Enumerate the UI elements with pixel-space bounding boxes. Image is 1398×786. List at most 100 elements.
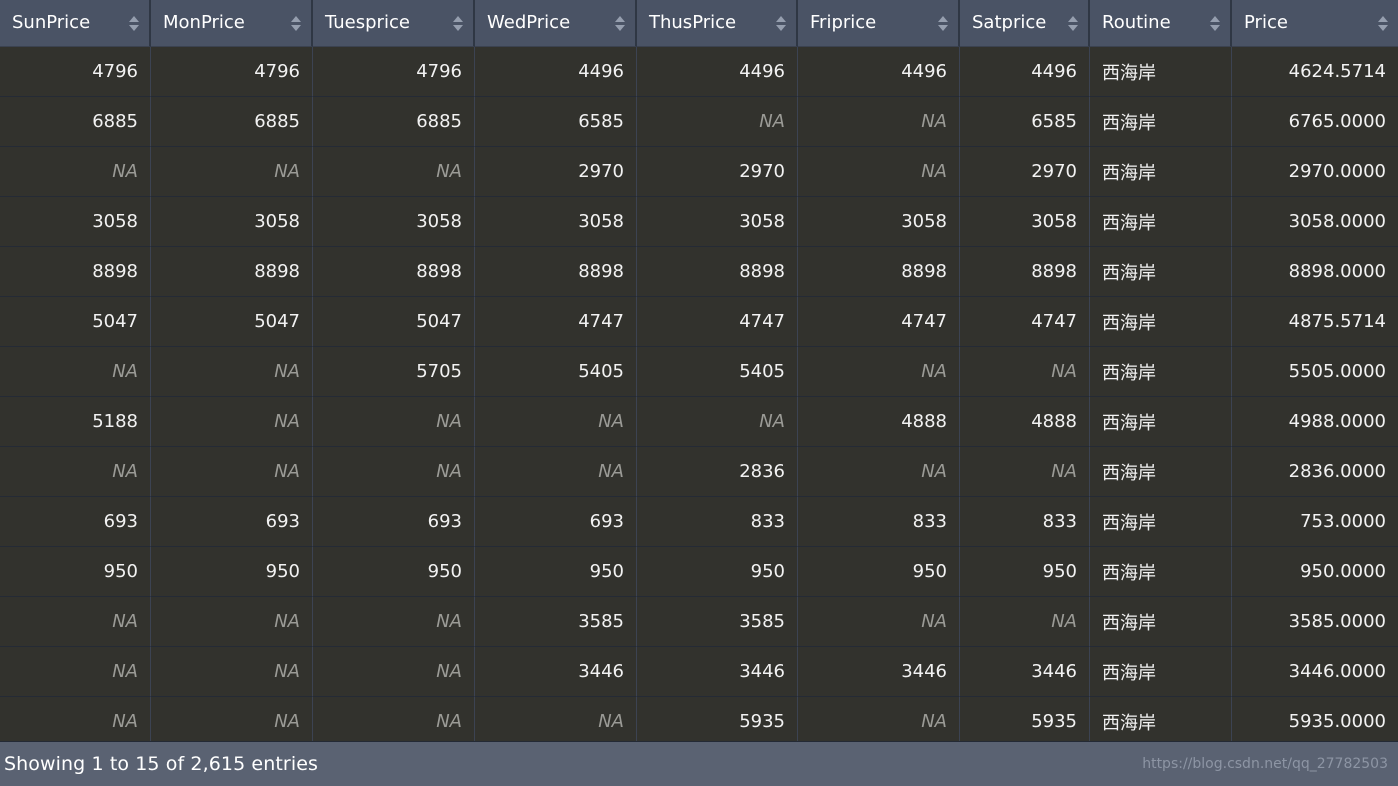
cell-friprice: 8898 xyxy=(798,247,960,297)
column-header-sunprice[interactable]: SunPrice xyxy=(0,0,151,47)
column-header-label: Price xyxy=(1244,12,1288,33)
column-header-monprice[interactable]: MonPrice xyxy=(151,0,313,47)
table-row[interactable]: 693 693 693 693 833 833 833 西海岸 753.0000 xyxy=(0,497,1398,547)
cell-tuesprice: NA xyxy=(313,647,475,697)
cell-tuesprice: NA xyxy=(313,147,475,197)
cell-routine: 西海岸 xyxy=(1090,697,1232,741)
column-header-routine[interactable]: Routine xyxy=(1090,0,1232,47)
column-header-label: Friprice xyxy=(810,12,877,33)
table-row[interactable]: 8898 8898 8898 8898 8898 8898 8898 西海岸 8898.0000 xyxy=(0,247,1398,297)
sort-both-icon[interactable] xyxy=(290,15,301,31)
cell-friprice: NA xyxy=(798,447,960,497)
cell-satprice: 4747 xyxy=(960,297,1090,347)
cell-thusprice: 4747 xyxy=(637,297,798,347)
data-table: SunPrice MonPrice Tuesprice WedPrice ThusPri… xyxy=(0,0,1398,741)
sort-both-icon[interactable] xyxy=(128,15,139,31)
cell-satprice: NA xyxy=(960,447,1090,497)
cell-routine: 西海岸 xyxy=(1090,547,1232,597)
cell-satprice: 3446 xyxy=(960,647,1090,697)
entries-info: Showing 1 to 15 of 2,615 entries xyxy=(4,753,318,775)
column-header-thusprice[interactable]: ThusPrice xyxy=(637,0,798,47)
cell-wedprice: 3058 xyxy=(475,197,637,247)
cell-sunprice: NA xyxy=(0,697,151,741)
cell-thusprice: 8898 xyxy=(637,247,798,297)
table-row[interactable]: NA NA NA NA 2836 NA NA 西海岸 2836.0000 xyxy=(0,447,1398,497)
table-row[interactable]: 4796 4796 4796 4496 4496 4496 4496 西海岸 4624.5714 xyxy=(0,47,1398,97)
cell-thusprice: 3585 xyxy=(637,597,798,647)
cell-satprice: 8898 xyxy=(960,247,1090,297)
table-row[interactable]: NA NA NA 3446 3446 3446 3446 西海岸 3446.0000 xyxy=(0,647,1398,697)
cell-wedprice: 6585 xyxy=(475,97,637,147)
sort-both-icon[interactable] xyxy=(1067,15,1078,31)
column-header-satprice[interactable]: Satprice xyxy=(960,0,1090,47)
cell-monprice: NA xyxy=(151,447,313,497)
cell-price: 4875.5714 xyxy=(1232,297,1398,347)
table-scroll-region[interactable]: SunPrice MonPrice Tuesprice WedPrice ThusPri… xyxy=(0,0,1398,741)
table-row[interactable]: 3058 3058 3058 3058 3058 3058 3058 西海岸 3058.0000 xyxy=(0,197,1398,247)
cell-friprice: 4888 xyxy=(798,397,960,447)
cell-price: 8898.0000 xyxy=(1232,247,1398,297)
sort-both-icon[interactable] xyxy=(775,15,786,31)
table-row[interactable]: 5047 5047 5047 4747 4747 4747 4747 西海岸 4875.5714 xyxy=(0,297,1398,347)
column-header-tuesprice[interactable]: Tuesprice xyxy=(313,0,475,47)
cell-price: 2970.0000 xyxy=(1232,147,1398,197)
cell-price: 6765.0000 xyxy=(1232,97,1398,147)
cell-satprice: 950 xyxy=(960,547,1090,597)
cell-wedprice: 950 xyxy=(475,547,637,597)
cell-price: 4988.0000 xyxy=(1232,397,1398,447)
cell-routine: 西海岸 xyxy=(1090,297,1232,347)
cell-monprice: NA xyxy=(151,347,313,397)
table-row[interactable]: 6885 6885 6885 6585 NA NA 6585 西海岸 6765.0000 xyxy=(0,97,1398,147)
sort-both-icon[interactable] xyxy=(1209,15,1220,31)
table-header: SunPrice MonPrice Tuesprice WedPrice ThusPri… xyxy=(0,0,1398,47)
table-row[interactable]: NA NA NA 2970 2970 NA 2970 西海岸 2970.0000 xyxy=(0,147,1398,197)
cell-monprice: 693 xyxy=(151,497,313,547)
cell-friprice: NA xyxy=(798,97,960,147)
column-header-label: SunPrice xyxy=(12,12,91,33)
cell-price: 5935.0000 xyxy=(1232,697,1398,741)
cell-sunprice: NA xyxy=(0,647,151,697)
cell-routine: 西海岸 xyxy=(1090,447,1232,497)
table-row[interactable]: 5188 NA NA NA NA 4888 4888 西海岸 4988.0000 xyxy=(0,397,1398,447)
column-header-wedprice[interactable]: WedPrice xyxy=(475,0,637,47)
cell-monprice: NA xyxy=(151,147,313,197)
cell-thusprice: 5405 xyxy=(637,347,798,397)
cell-monprice: NA xyxy=(151,597,313,647)
cell-routine: 西海岸 xyxy=(1090,97,1232,147)
sort-both-icon[interactable] xyxy=(1377,15,1388,31)
column-header-price[interactable]: Price xyxy=(1232,0,1398,47)
cell-tuesprice: 6885 xyxy=(313,97,475,147)
cell-monprice: 950 xyxy=(151,547,313,597)
cell-routine: 西海岸 xyxy=(1090,497,1232,547)
column-header-friprice[interactable]: Friprice xyxy=(798,0,960,47)
cell-sunprice: 950 xyxy=(0,547,151,597)
cell-sunprice: 3058 xyxy=(0,197,151,247)
cell-satprice: 833 xyxy=(960,497,1090,547)
cell-sunprice: NA xyxy=(0,447,151,497)
cell-sunprice: NA xyxy=(0,147,151,197)
table-body: 4796 4796 4796 4496 4496 4496 4496 西海岸 4624.5714… xyxy=(0,47,1398,741)
cell-routine: 西海岸 xyxy=(1090,247,1232,297)
column-header-label: ThusPrice xyxy=(649,12,737,33)
cell-wedprice: 3446 xyxy=(475,647,637,697)
table-row[interactable]: NA NA 5705 5405 5405 NA NA 西海岸 5505.0000 xyxy=(0,347,1398,397)
sort-both-icon[interactable] xyxy=(937,15,948,31)
cell-sunprice: 8898 xyxy=(0,247,151,297)
table-row[interactable]: NA NA NA NA 5935 NA 5935 西海岸 5935.0000 xyxy=(0,697,1398,741)
cell-sunprice: 6885 xyxy=(0,97,151,147)
cell-satprice: 6585 xyxy=(960,97,1090,147)
column-header-label: Satprice xyxy=(972,12,1047,33)
sort-both-icon[interactable] xyxy=(614,15,625,31)
cell-routine: 西海岸 xyxy=(1090,47,1232,97)
column-header-label: Routine xyxy=(1102,12,1171,33)
column-header-label: MonPrice xyxy=(163,12,245,33)
table-row[interactable]: 950 950 950 950 950 950 950 西海岸 950.0000 xyxy=(0,547,1398,597)
cell-price: 753.0000 xyxy=(1232,497,1398,547)
cell-routine: 西海岸 xyxy=(1090,197,1232,247)
table-row[interactable]: NA NA NA 3585 3585 NA NA 西海岸 3585.0000 xyxy=(0,597,1398,647)
cell-price: 3058.0000 xyxy=(1232,197,1398,247)
cell-monprice: NA xyxy=(151,647,313,697)
cell-satprice: NA xyxy=(960,347,1090,397)
sort-both-icon[interactable] xyxy=(452,15,463,31)
cell-friprice: 4496 xyxy=(798,47,960,97)
